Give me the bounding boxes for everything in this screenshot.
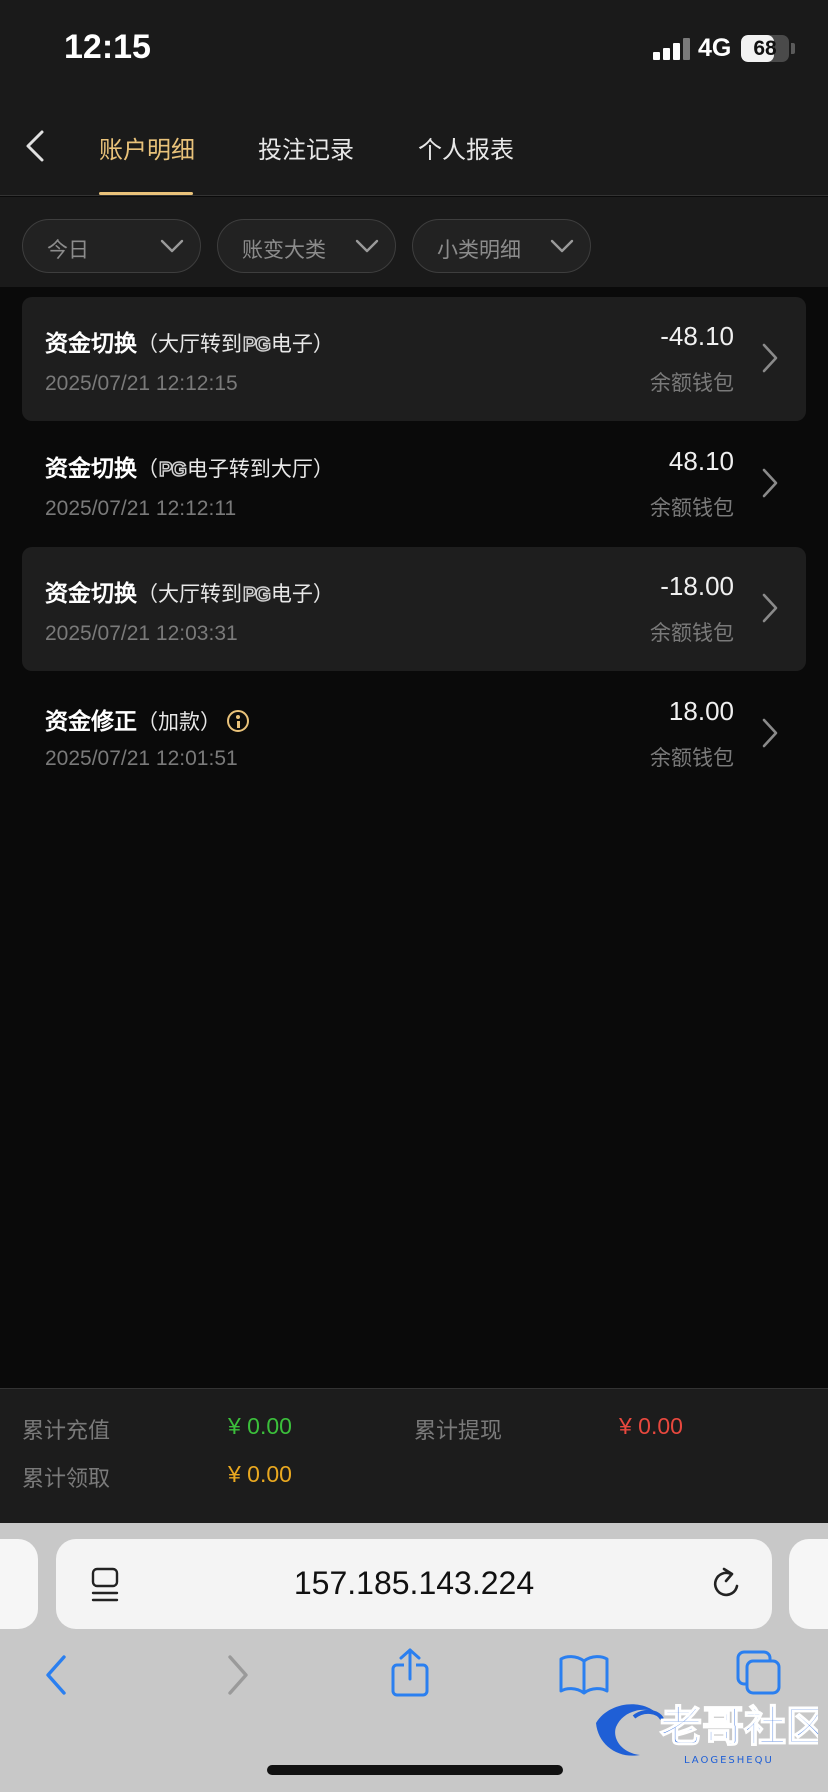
pg-logo: PG: [242, 333, 271, 357]
watermark-subtext: LAOGESHEQU: [684, 1755, 774, 1766]
transaction-amount: 48.10: [668, 446, 734, 476]
total-withdraw-value: ¥ 0.00: [619, 1413, 683, 1439]
transaction-title: 资金切换（大厅转到PG电子）: [45, 331, 334, 357]
next-tab-card[interactable]: [789, 1539, 828, 1629]
active-tab-indicator: [99, 192, 193, 195]
tab-bet-records[interactable]: 投注记录: [258, 130, 354, 165]
chevron-down-icon: [355, 239, 379, 253]
transaction-date: 2025/07/21 12:01:51: [45, 747, 238, 770]
filter-category-dropdown[interactable]: 账变大类: [217, 219, 396, 273]
tab-account-details[interactable]: 账户明细: [99, 130, 195, 165]
transaction-wallet: 余额钱包: [650, 621, 734, 645]
transaction-row[interactable]: 资金切换（PG电子转到大厅） 2025/07/21 12:12:11 48.10…: [22, 422, 806, 546]
total-recharge-label: 累计充值: [22, 1419, 111, 1444]
transaction-date: 2025/07/21 12:12:11: [45, 497, 237, 520]
status-bar: 12:15 4G 68: [0, 0, 828, 100]
chevron-right-icon: [762, 468, 778, 498]
transaction-wallet: 余额钱包: [650, 496, 734, 520]
watermark-logo: 老哥社区 LAOGESHEQU: [596, 1701, 818, 1766]
filter-subcategory-dropdown[interactable]: 小类明细: [412, 219, 591, 273]
total-claim-label: 累计领取: [22, 1467, 111, 1492]
transaction-amount: -18.00: [660, 571, 734, 601]
chevron-right-icon: [762, 593, 778, 623]
transaction-wallet: 余额钱包: [650, 371, 734, 395]
filter-category-label: 账变大类: [242, 238, 326, 262]
filter-bar: 今日 账变大类 小类明细: [0, 197, 828, 287]
address-bar[interactable]: 157.185.143.224: [56, 1539, 772, 1629]
pg-logo: PG: [158, 458, 187, 482]
transaction-wallet: 余额钱包: [650, 746, 734, 770]
transaction-amount: -48.10: [660, 321, 734, 351]
watermark-text: 老哥社区: [660, 1702, 818, 1751]
previous-tab-card[interactable]: [0, 1539, 38, 1629]
top-nav: 账户明细 投注记录 个人报表: [0, 100, 828, 196]
transaction-date: 2025/07/21 12:12:15: [45, 372, 238, 395]
browser-forward-icon[interactable]: [222, 1653, 252, 1697]
battery-percent: 68: [753, 37, 777, 60]
signal-icon: [653, 38, 691, 60]
home-indicator: [267, 1765, 563, 1775]
transaction-amount: 18.00: [668, 696, 734, 726]
chevron-right-icon: [762, 343, 778, 373]
reload-icon[interactable]: [710, 1566, 744, 1602]
pg-logo: PG: [242, 583, 271, 607]
transaction-row[interactable]: 资金修正（加款） 2025/07/21 12:01:51 18.00 余额钱包: [22, 672, 806, 796]
share-icon[interactable]: [388, 1647, 432, 1699]
url-text: 157.185.143.224: [293, 1565, 535, 1601]
tabs-icon[interactable]: [735, 1649, 783, 1697]
filter-date-label: 今日: [47, 238, 89, 262]
transaction-title: 资金切换（大厅转到PG电子）: [45, 581, 334, 607]
status-time: 12:15: [64, 28, 151, 66]
total-withdraw-label: 累计提现: [414, 1419, 503, 1444]
transaction-row[interactable]: 资金切换（大厅转到PG电子） 2025/07/21 12:03:31 -18.0…: [22, 547, 806, 671]
transaction-title: 资金修正（加款）: [45, 702, 249, 736]
filter-date-dropdown[interactable]: 今日: [22, 219, 201, 273]
info-icon[interactable]: [227, 710, 249, 732]
back-icon[interactable]: [22, 126, 50, 166]
transaction-title: 资金切换（PG电子转到大厅）: [45, 456, 334, 482]
bookmarks-icon[interactable]: [558, 1653, 610, 1697]
chevron-right-icon: [762, 718, 778, 748]
total-recharge-value: ¥ 0.00: [228, 1413, 292, 1439]
chevron-down-icon: [160, 239, 184, 253]
total-claim-value: ¥ 0.00: [228, 1461, 292, 1487]
chevron-down-icon: [550, 239, 574, 253]
tab-personal-report[interactable]: 个人报表: [418, 130, 514, 165]
filter-subcategory-label: 小类明细: [437, 238, 521, 262]
network-type: 4G: [698, 34, 732, 62]
browser-back-icon[interactable]: [42, 1653, 72, 1697]
summary-panel: 累计充值 ¥ 0.00 累计提现 ¥ 0.00 累计领取 ¥ 0.00: [0, 1388, 828, 1523]
transaction-row[interactable]: 资金切换（大厅转到PG电子） 2025/07/21 12:12:15 -48.1…: [22, 297, 806, 421]
battery-icon: 68: [741, 35, 789, 62]
transaction-date: 2025/07/21 12:03:31: [45, 622, 238, 645]
